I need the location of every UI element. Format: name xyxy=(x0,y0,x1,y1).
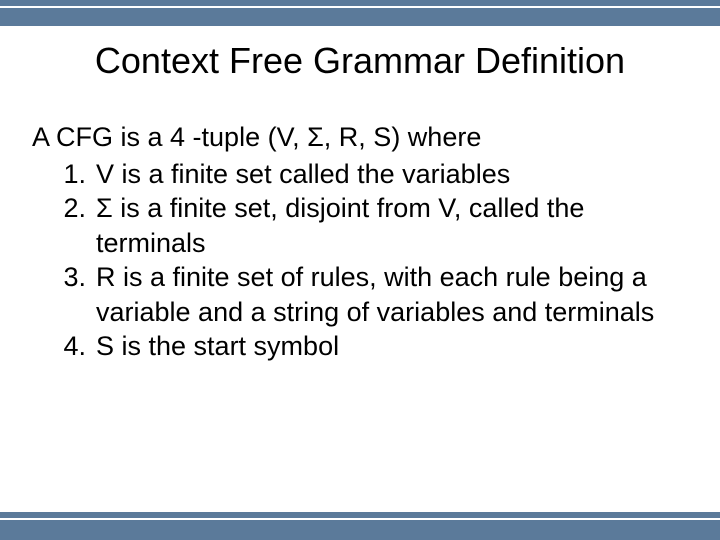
decor-bar-top-thin xyxy=(0,0,720,6)
slide-body: A CFG is a 4 -tuple (V, Σ, R, S) where V… xyxy=(32,120,680,364)
decor-bar-top-thick xyxy=(0,8,720,26)
decor-bar-bottom-thin xyxy=(0,512,720,518)
definition-list: V is a finite set called the variables Σ… xyxy=(32,157,680,364)
list-item: Σ is a finite set, disjoint from V, call… xyxy=(86,191,680,260)
list-item: S is the start symbol xyxy=(86,329,680,364)
decor-bar-bottom-thick xyxy=(0,520,720,540)
list-item: R is a finite set of rules, with each ru… xyxy=(86,260,680,329)
list-item-text: Σ is a finite set, disjoint from V, call… xyxy=(96,193,584,258)
list-item-text: S is the start symbol xyxy=(96,331,339,361)
slide: Context Free Grammar Definition A CFG is… xyxy=(0,0,720,540)
intro-text: A CFG is a 4 -tuple (V, Σ, R, S) where xyxy=(32,120,680,155)
list-item-text: R is a finite set of rules, with each ru… xyxy=(96,262,654,327)
list-item-text: V is a finite set called the variables xyxy=(96,159,510,189)
list-item: V is a finite set called the variables xyxy=(86,157,680,192)
slide-title: Context Free Grammar Definition xyxy=(0,40,720,82)
